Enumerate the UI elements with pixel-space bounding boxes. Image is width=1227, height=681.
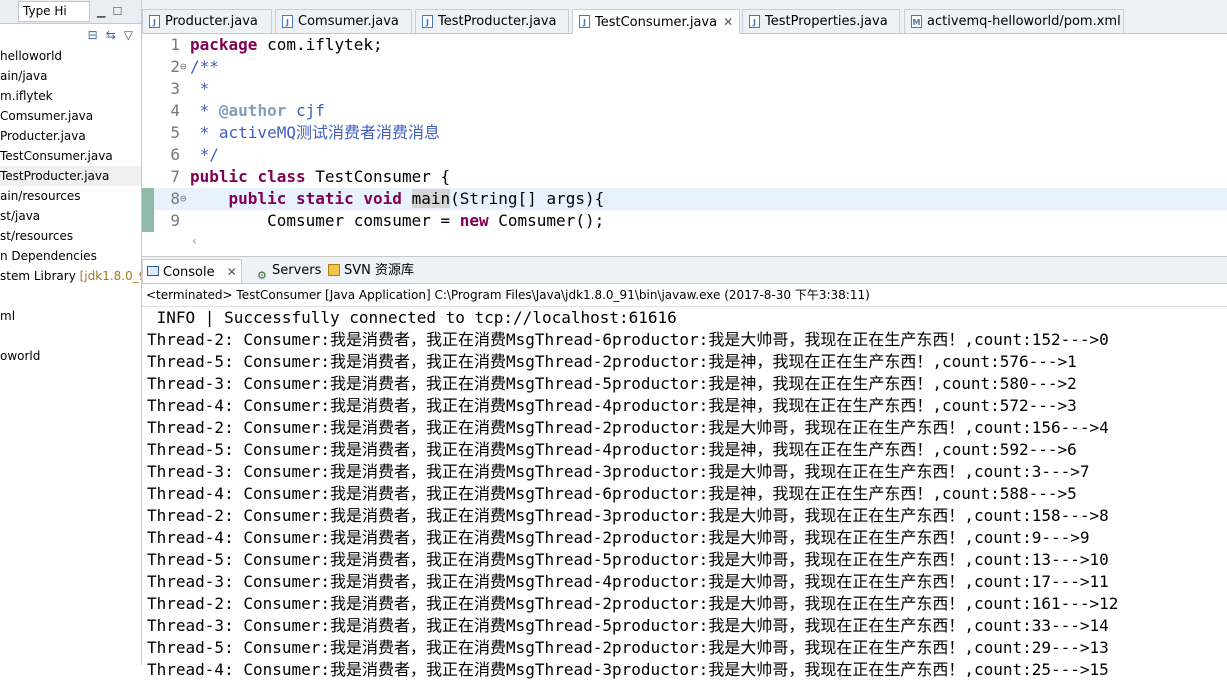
code-line: 7 public class TestConsumer { <box>170 167 451 186</box>
console-line: INFO | Successfully connected to tcp://l… <box>147 308 677 327</box>
console-line: Thread-3: Consumer:我是消费者，我正在消费MsgThread-… <box>147 462 1090 481</box>
tree-item[interactable]: ain/java <box>0 66 141 86</box>
console-line: Thread-3: Consumer:我是消费者，我正在消费MsgThread-… <box>147 572 1109 591</box>
view-menu-icon[interactable]: ▽ <box>124 28 133 42</box>
editor-tabbar: J Producter.java J Comsumer.java J TestProduc… <box>142 0 1227 34</box>
code-line: 3 * <box>170 79 210 98</box>
java-file-icon: J <box>282 15 293 28</box>
console-line: Thread-4: Consumer:我是消费者，我正在消费MsgThread-… <box>147 660 1109 679</box>
tree-item[interactable]: helloworld <box>0 46 141 66</box>
code-line: 2 ⊖/** <box>170 56 219 78</box>
java-file-icon: J <box>149 15 160 28</box>
tab-svn[interactable]: SVN 资源库 <box>324 259 420 283</box>
collapse-all-icon[interactable]: ⊟ <box>88 28 98 42</box>
java-file-icon: J <box>749 15 760 28</box>
close-icon[interactable]: ✕ <box>723 15 733 29</box>
tree-item[interactable]: st/resources <box>0 226 141 246</box>
editor-tab[interactable]: Mactivemq-helloworld/pom.xml <box>904 9 1124 33</box>
console-view: Console ✕ ⚙ Servers SVN 资源库 <terminated>… <box>142 256 1227 679</box>
tab-console[interactable]: Console ✕ <box>142 259 242 283</box>
tab-type-hierarchy[interactable]: Type Hi <box>18 1 90 22</box>
maven-file-icon: M <box>911 15 922 28</box>
console-line: Thread-5: Consumer:我是消费者，我正在消费MsgThread-… <box>147 352 1077 371</box>
editor-tab[interactable]: J TestConsumer.java ✕ <box>572 9 740 34</box>
project-tree: helloworld ain/java m.iflytek Comsumer.java… <box>0 46 141 366</box>
console-line: Thread-4: Consumer:我是消费者，我正在消费MsgThread-… <box>147 528 1090 547</box>
console-output[interactable]: INFO | Successfully connected to tcp://l… <box>142 307 1227 681</box>
tree-item[interactable]: Comsumer.java <box>0 106 141 126</box>
code-line: 4 * @author cjf <box>170 101 325 120</box>
minimize-icon[interactable]: ▁ <box>97 5 105 18</box>
maximize-icon[interactable]: ☐ <box>112 5 122 18</box>
process-status: <terminated> TestConsumer [Java Applicat… <box>142 284 1227 307</box>
console-icon <box>147 266 159 276</box>
explorer-toolbar: ⊟ ⇆ ▽ <box>0 24 141 46</box>
console-line: Thread-2: Consumer:我是消费者，我正在消费MsgThread-… <box>147 506 1109 525</box>
editor-tab[interactable]: J TestProperties.java <box>742 9 900 33</box>
svn-icon <box>328 264 340 276</box>
close-icon[interactable]: ✕ <box>227 265 237 279</box>
package-explorer: Type Hi ▁ ☐ ⊟ ⇆ ▽ helloworld ain/java m.if… <box>0 0 142 665</box>
editor-tab[interactable]: J TestProducter.java <box>415 9 569 33</box>
console-line: Thread-4: Consumer:我是消费者，我正在消费MsgThread-… <box>147 396 1077 415</box>
tree-item[interactable]: Producter.java <box>0 126 141 146</box>
java-file-icon: J <box>422 15 433 28</box>
tree-item[interactable]: stem Library [jdk1.8.0_9 <box>0 266 141 286</box>
java-file-icon: J <box>579 15 590 28</box>
gutter-marker <box>142 210 154 232</box>
editor-area: J Producter.java J Comsumer.java J TestProduc… <box>142 0 1227 252</box>
tree-item[interactable]: ain/resources <box>0 186 141 206</box>
code-line: 9 Comsumer comsumer = new Comsumer(); <box>142 210 1227 232</box>
link-editor-icon[interactable]: ⇆ <box>106 28 116 42</box>
console-line: Thread-3: Consumer:我是消费者，我正在消费MsgThread-… <box>147 374 1077 393</box>
tree-item[interactable]: st/java <box>0 206 141 226</box>
type-hierarchy-tabbar: Type Hi ▁ ☐ <box>0 0 141 24</box>
servers-icon: ⚙ <box>257 269 267 282</box>
console-line: Thread-3: Consumer:我是消费者，我正在消费MsgThread-… <box>147 616 1109 635</box>
tree-item[interactable]: TestConsumer.java <box>0 146 141 166</box>
fold-icon[interactable]: ⊖ <box>180 56 187 78</box>
code-line-current: 8 ⊖ public static void main(String[] args… <box>142 188 1227 210</box>
scroll-left-icon[interactable]: ‹ <box>192 234 197 248</box>
console-tabbar: Console ✕ ⚙ Servers SVN 资源库 <box>142 257 1227 284</box>
tree-item[interactable] <box>0 286 141 306</box>
console-line: Thread-2: Consumer:我是消费者，我正在消费MsgThread-… <box>147 594 1119 613</box>
console-line: Thread-2: Consumer:我是消费者，我正在消费MsgThread-… <box>147 418 1109 437</box>
console-line: Thread-5: Consumer:我是消费者，我正在消费MsgThread-… <box>147 440 1077 459</box>
console-line: Thread-5: Consumer:我是消费者，我正在消费MsgThread-… <box>147 638 1109 657</box>
console-line: Thread-4: Consumer:我是消费者，我正在消费MsgThread-… <box>147 484 1077 503</box>
code-line: 5 * activeMQ测试消费者消费消息 <box>170 123 440 142</box>
tree-item[interactable]: m.iflytek <box>0 86 141 106</box>
tree-item[interactable]: oworld <box>0 346 141 366</box>
code-editor[interactable]: 1 package com.iflytek; 2 ⊖/** 3 * 4 * @aut… <box>142 34 1227 234</box>
console-line: Thread-5: Consumer:我是消费者，我正在消费MsgThread-… <box>147 550 1109 569</box>
editor-tab[interactable]: J Producter.java <box>142 9 272 33</box>
tree-item[interactable]: TestProducter.java <box>0 166 141 186</box>
console-line: Thread-2: Consumer:我是消费者，我正在消费MsgThread-… <box>147 330 1109 349</box>
tree-item[interactable]: n Dependencies <box>0 246 141 266</box>
code-line: 6 */ <box>170 145 219 164</box>
gutter-marker <box>142 188 154 210</box>
tab-servers[interactable]: ⚙ Servers <box>252 259 327 283</box>
tree-item[interactable]: ml <box>0 306 141 326</box>
editor-tab[interactable]: J Comsumer.java <box>275 9 412 33</box>
fold-icon[interactable]: ⊖ <box>180 188 187 210</box>
tree-item[interactable] <box>0 326 141 346</box>
code-line: 1 package com.iflytek; <box>170 35 383 54</box>
